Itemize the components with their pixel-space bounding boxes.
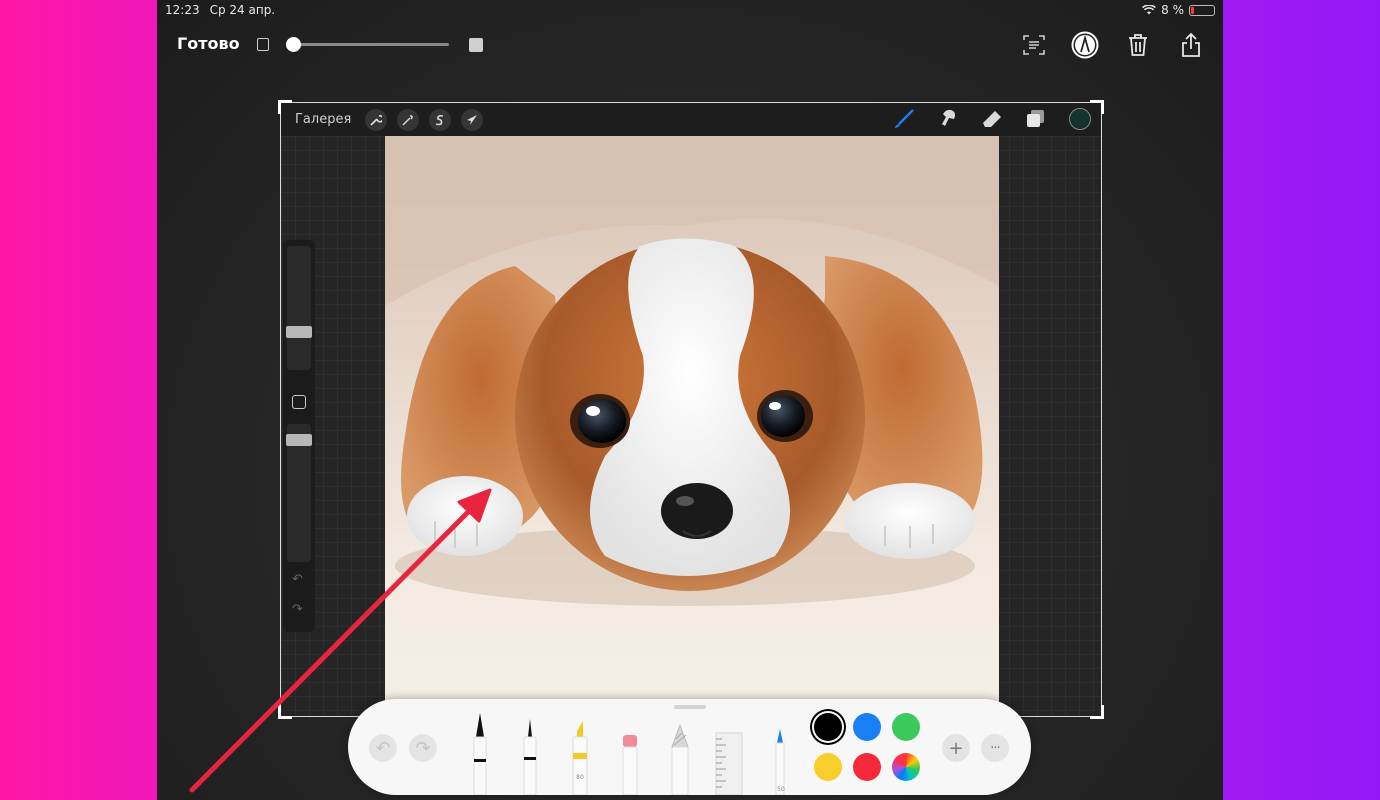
annotation-arrow [189, 488, 492, 793]
ipad-screen: 12:23 Ср 24 апр. 8 % Готово Галерея ↶ ↷ … [157, 0, 1223, 800]
